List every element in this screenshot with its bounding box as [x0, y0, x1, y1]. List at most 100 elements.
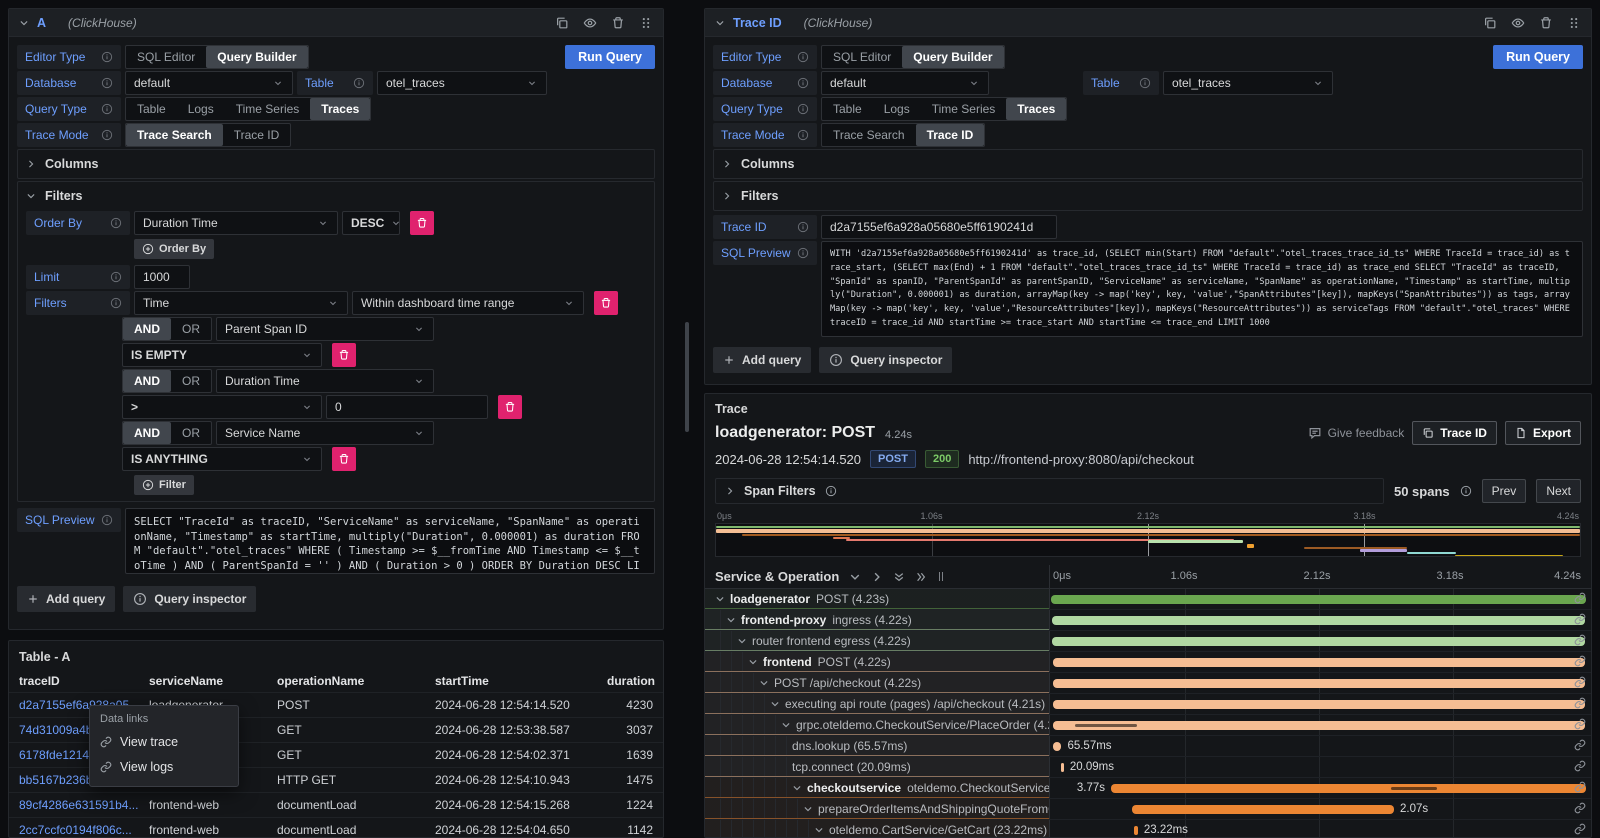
option-or[interactable]: OR	[171, 422, 211, 444]
span-name-cell[interactable]: frontend-proxyingress (4.22s)	[705, 610, 1049, 630]
trace-minimap[interactable]: 0μs1.06s2.12s3.18s4.24s	[715, 510, 1581, 557]
info-icon[interactable]	[797, 77, 809, 89]
info-icon[interactable]	[110, 217, 122, 229]
span-filters-section[interactable]: Span Filters	[715, 478, 1384, 504]
expand-filters-icon[interactable]	[722, 191, 732, 201]
option-or[interactable]: OR	[171, 370, 211, 392]
bool-operator-toggle[interactable]: ANDOR	[122, 369, 212, 393]
option-and[interactable]: AND	[123, 318, 171, 340]
option-and[interactable]: AND	[123, 370, 171, 392]
editor-type-toggle[interactable]: SQL EditorQuery Builder	[125, 45, 309, 69]
info-icon[interactable]	[797, 247, 809, 259]
span-link-icon[interactable]	[1574, 676, 1586, 688]
remove-condition-button[interactable]	[332, 447, 356, 471]
option-query-builder[interactable]: Query Builder	[206, 46, 307, 68]
span-row[interactable]: frontend-proxyingress (4.22s)	[705, 610, 1591, 631]
query-inspector-button[interactable]: Query inspector	[819, 347, 952, 373]
remove-filter-button[interactable]	[594, 291, 618, 315]
expand-all-icon[interactable]	[915, 571, 927, 583]
info-icon[interactable]	[1460, 485, 1472, 497]
collapse-span-icon[interactable]	[737, 636, 747, 646]
column-header-traceID[interactable]: traceID	[19, 674, 149, 688]
prev-button[interactable]: Prev	[1482, 479, 1527, 503]
duplicate-query-icon[interactable]	[555, 16, 569, 30]
expand-columns-icon[interactable]	[722, 159, 732, 169]
collapse-span-icon[interactable]	[770, 699, 780, 709]
view-trace-link[interactable]: View trace	[100, 729, 228, 754]
info-icon[interactable]	[797, 221, 809, 233]
give-feedback-link[interactable]: Give feedback	[1308, 426, 1405, 440]
span-link-icon[interactable]	[1574, 718, 1586, 730]
info-icon[interactable]	[110, 271, 122, 283]
bool-operator-toggle[interactable]: ANDOR	[122, 421, 212, 445]
span-row[interactable]: frontendPOST (4.22s)	[705, 652, 1591, 673]
option-traces[interactable]: Traces	[1006, 98, 1066, 120]
condition-field-select[interactable]: Service Name	[216, 421, 434, 445]
trace-id-input[interactable]	[821, 215, 1057, 239]
limit-input[interactable]	[134, 265, 190, 289]
query-row-header[interactable]: A (ClickHouse)	[9, 9, 663, 37]
option-trace-id[interactable]: Trace ID	[223, 124, 291, 146]
span-bar[interactable]	[1052, 616, 1585, 625]
collapse-span-icon[interactable]	[814, 825, 824, 835]
span-row[interactable]: dns.lookup (65.57ms)65.57ms	[705, 736, 1591, 757]
span-name-cell[interactable]: oteldemo.CartService/GetCart (23.22ms)	[705, 820, 1049, 838]
condition-operator-select[interactable]: IS ANYTHING	[122, 447, 322, 471]
view-logs-link[interactable]: View logs	[100, 754, 228, 779]
option-time-series[interactable]: Time Series	[225, 98, 311, 120]
columns-section[interactable]: Columns	[17, 149, 655, 179]
add-query-button[interactable]: Add query	[713, 347, 811, 373]
option-sql-editor[interactable]: SQL Editor	[822, 46, 902, 68]
span-link-icon[interactable]	[1574, 823, 1586, 835]
run-query-button[interactable]: Run Query	[565, 45, 655, 69]
column-header-startTime[interactable]: startTime	[435, 674, 607, 688]
span-row[interactable]: grpc.oteldemo.CheckoutService/PlaceOrder…	[705, 715, 1591, 736]
option-traces[interactable]: Traces	[310, 98, 370, 120]
filter-value-select[interactable]: Within dashboard time range	[352, 291, 584, 315]
editor-type-toggle[interactable]: SQL EditorQuery Builder	[821, 45, 1005, 69]
span-row[interactable]: checkoutserviceoteldemo.CheckoutService/…	[705, 778, 1591, 799]
trace-mode-toggle[interactable]: Trace SearchTrace ID	[125, 123, 291, 147]
info-icon[interactable]	[101, 103, 113, 115]
minimap-canvas[interactable]	[715, 523, 1581, 557]
duplicate-query-icon[interactable]	[1483, 16, 1497, 30]
add-filter-button[interactable]: Filter	[134, 475, 194, 495]
collapse-filters-icon[interactable]	[26, 191, 36, 201]
table-select[interactable]: otel_traces	[1163, 71, 1333, 95]
span-name-cell[interactable]: frontendPOST (4.22s)	[705, 652, 1049, 672]
span-bar[interactable]	[1053, 742, 1061, 751]
info-icon[interactable]	[825, 485, 837, 497]
span-link-icon[interactable]	[1574, 592, 1586, 604]
span-name-cell[interactable]: router frontend egress (4.22s)	[705, 631, 1049, 651]
database-select[interactable]: default	[821, 71, 989, 95]
delete-query-icon[interactable]	[1539, 16, 1553, 30]
column-header-serviceName[interactable]: serviceName	[149, 674, 277, 688]
remove-condition-button[interactable]	[332, 343, 356, 367]
next-button[interactable]: Next	[1536, 479, 1581, 503]
info-icon[interactable]	[797, 103, 809, 115]
collapse-span-icon[interactable]	[792, 783, 802, 793]
add-query-button[interactable]: Add query	[17, 586, 115, 612]
option-sql-editor[interactable]: SQL Editor	[126, 46, 206, 68]
scrollbar-thumb[interactable]	[685, 322, 689, 432]
span-name-cell[interactable]: tcp.connect (20.09ms)	[705, 757, 1049, 777]
cell-traceID[interactable]: 2cc7ccfc0194f806c...	[19, 823, 149, 837]
option-trace-search[interactable]: Trace Search	[126, 124, 223, 146]
span-name-cell[interactable]: executing api route (pages) /api/checkou…	[705, 694, 1049, 714]
info-icon[interactable]	[101, 77, 113, 89]
option-logs[interactable]: Logs	[873, 98, 921, 120]
info-icon[interactable]	[101, 514, 113, 526]
drag-handle-icon[interactable]	[1567, 16, 1581, 30]
collapse-span-icon[interactable]	[781, 720, 791, 730]
collapse-span-icon[interactable]	[715, 594, 725, 604]
query-row-header[interactable]: Trace ID (ClickHouse)	[705, 9, 1591, 37]
drag-handle-icon[interactable]	[639, 16, 653, 30]
column-header-operationName[interactable]: operationName	[277, 674, 435, 688]
span-bar[interactable]	[1111, 784, 1586, 793]
order-by-direction-select[interactable]: DESC	[342, 211, 400, 235]
option-and[interactable]: AND	[123, 422, 171, 444]
condition-operator-select[interactable]: IS EMPTY	[122, 343, 322, 367]
span-link-icon[interactable]	[1574, 655, 1586, 667]
collapse-one-icon[interactable]	[849, 571, 861, 583]
collapse-query-icon[interactable]	[715, 18, 725, 28]
